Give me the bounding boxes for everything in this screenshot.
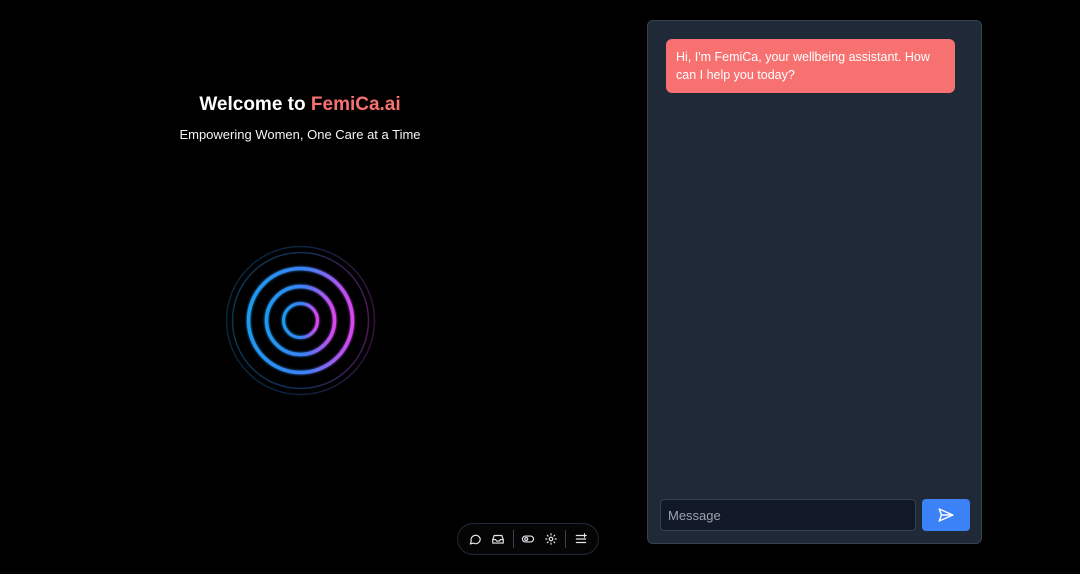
inbox-button[interactable] [487,527,510,551]
view-button[interactable] [539,527,562,551]
chat-button[interactable] [464,527,487,551]
chat-bubble-icon [470,534,482,545]
tagline: Empowering Women, One Care at a Time [179,127,421,142]
toolbar-divider [512,530,514,548]
menu-button[interactable] [569,527,592,551]
page-title: Welcome to FemiCa.ai [150,92,450,118]
title-prefix: Welcome to [199,94,306,115]
toolbar-divider [565,530,567,548]
menu-lines-icon [575,533,587,544]
chat-panel: Hi, I'm FemiCa, your wellbeing assistant… [647,20,982,544]
message-input[interactable] [660,499,916,531]
assistant-message: Hi, I'm FemiCa, your wellbeing assistant… [666,39,955,93]
voice-orb-icon [225,245,376,396]
welcome-hero: Welcome to FemiCa.ai Empowering Women, O… [150,92,450,144]
send-icon [938,508,954,522]
toggle-icon [521,535,535,543]
app-root: Welcome to FemiCa.ai Empowering Women, O… [0,0,1080,574]
bottom-toolbar [457,523,599,555]
toggle-button[interactable] [517,527,540,551]
message-composer [660,499,971,531]
inbox-icon [492,534,505,544]
eye-icon [544,533,557,545]
brand-name: FemiCa.ai [310,94,401,115]
send-button[interactable] [922,499,970,531]
